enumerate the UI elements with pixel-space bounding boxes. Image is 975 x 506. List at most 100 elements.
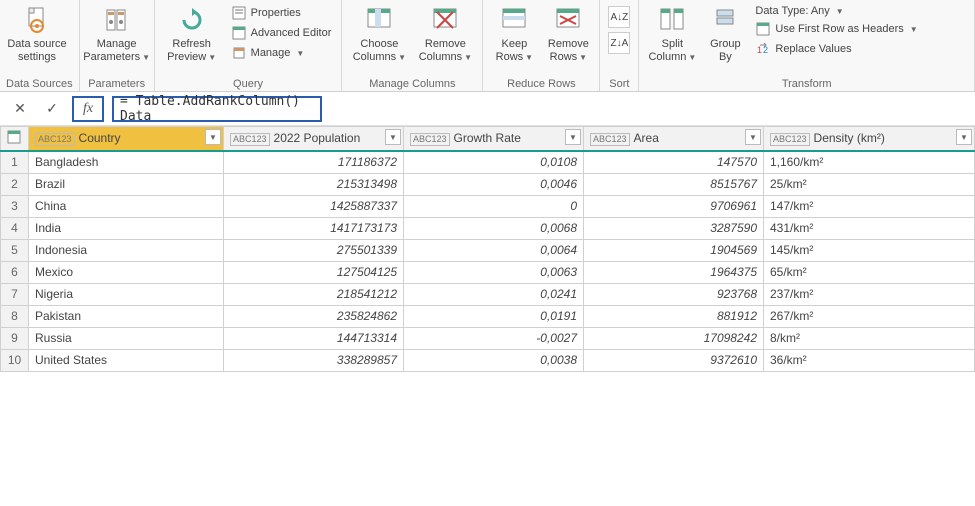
cell-population[interactable]: 1417173173 [224, 217, 404, 239]
cell-country[interactable]: United States [29, 349, 224, 371]
formula-input[interactable]: = Table.AddRankColumn() Data [112, 96, 322, 122]
cell-growth[interactable]: -0,0027 [404, 327, 584, 349]
manage-parameters-button[interactable]: ManageParameters▼ [86, 2, 148, 64]
row-number[interactable]: 6 [1, 261, 29, 283]
fx-button[interactable]: fx [72, 96, 104, 122]
cell-area[interactable]: 9706961 [584, 195, 764, 217]
row-number[interactable]: 3 [1, 195, 29, 217]
column-header-area[interactable]: ABC123Area ▼ [584, 127, 764, 152]
replace-values-button[interactable]: 12 Replace Values [751, 40, 921, 58]
cell-density[interactable]: 65/km² [764, 261, 975, 283]
row-number[interactable]: 7 [1, 283, 29, 305]
cell-area[interactable]: 9372610 [584, 349, 764, 371]
cell-country[interactable]: Indonesia [29, 239, 224, 261]
table-row[interactable]: 8Pakistan2358248620,0191881912267/km² [1, 305, 975, 327]
filter-dropdown-icon[interactable]: ▼ [956, 129, 972, 145]
row-number[interactable]: 4 [1, 217, 29, 239]
table-row[interactable]: 6Mexico1275041250,0063196437565/km² [1, 261, 975, 283]
advanced-editor-button[interactable]: Advanced Editor [227, 24, 336, 42]
group-by-button[interactable]: GroupBy [703, 2, 747, 64]
cell-area[interactable]: 923768 [584, 283, 764, 305]
remove-columns-button[interactable]: RemoveColumns▼ [414, 2, 476, 64]
cell-population[interactable]: 218541212 [224, 283, 404, 305]
row-number[interactable]: 10 [1, 349, 29, 371]
filter-dropdown-icon[interactable]: ▼ [745, 129, 761, 145]
cell-country[interactable]: China [29, 195, 224, 217]
remove-rows-button[interactable]: RemoveRows▼ [543, 2, 593, 64]
cell-population[interactable]: 215313498 [224, 173, 404, 195]
cell-country[interactable]: Bangladesh [29, 151, 224, 173]
table-row[interactable]: 1Bangladesh1711863720,01081475701,160/km… [1, 151, 975, 173]
cell-growth[interactable]: 0,0191 [404, 305, 584, 327]
cell-area[interactable]: 3287590 [584, 217, 764, 239]
split-column-button[interactable]: SplitColumn▼ [645, 2, 699, 64]
cell-density[interactable]: 1,160/km² [764, 151, 975, 173]
row-number[interactable]: 1 [1, 151, 29, 173]
column-header-density[interactable]: ABC123Density (km²) ▼ [764, 127, 975, 152]
cell-country[interactable]: Nigeria [29, 283, 224, 305]
properties-button[interactable]: Properties [227, 4, 336, 22]
cell-density[interactable]: 145/km² [764, 239, 975, 261]
cell-area[interactable]: 8515767 [584, 173, 764, 195]
cell-country[interactable]: India [29, 217, 224, 239]
cell-growth[interactable]: 0,0064 [404, 239, 584, 261]
table-row[interactable]: 10United States3382898570,0038937261036/… [1, 349, 975, 371]
cell-growth[interactable]: 0,0038 [404, 349, 584, 371]
cell-area[interactable]: 147570 [584, 151, 764, 173]
column-header-growth[interactable]: ABC123Growth Rate ▼ [404, 127, 584, 152]
keep-rows-button[interactable]: KeepRows▼ [489, 2, 539, 64]
table-row[interactable]: 2Brazil2153134980,0046851576725/km² [1, 173, 975, 195]
row-number[interactable]: 9 [1, 327, 29, 349]
cell-population[interactable]: 235824862 [224, 305, 404, 327]
cell-growth[interactable]: 0,0108 [404, 151, 584, 173]
cell-growth[interactable]: 0,0241 [404, 283, 584, 305]
data-source-settings-button[interactable]: Data sourcesettings [6, 2, 68, 64]
table-row[interactable]: 9Russia144713314-0,0027170982428/km² [1, 327, 975, 349]
cell-density[interactable]: 267/km² [764, 305, 975, 327]
choose-columns-button[interactable]: ChooseColumns▼ [348, 2, 410, 64]
cancel-formula-button[interactable]: ✕ [8, 97, 32, 121]
filter-dropdown-icon[interactable]: ▼ [385, 129, 401, 145]
cell-density[interactable]: 25/km² [764, 173, 975, 195]
manage-button[interactable]: Manage▼ [227, 44, 336, 62]
sort-desc-button[interactable]: Z↓A [608, 32, 630, 54]
cell-area[interactable]: 17098242 [584, 327, 764, 349]
cell-growth[interactable]: 0,0068 [404, 217, 584, 239]
cell-population[interactable]: 127504125 [224, 261, 404, 283]
row-number[interactable]: 8 [1, 305, 29, 327]
first-row-headers-button[interactable]: Use First Row as Headers▼ [751, 20, 921, 38]
cell-density[interactable]: 431/km² [764, 217, 975, 239]
cell-growth[interactable]: 0 [404, 195, 584, 217]
table-row[interactable]: 4India14171731730,00683287590431/km² [1, 217, 975, 239]
cell-area[interactable]: 1964375 [584, 261, 764, 283]
cell-population[interactable]: 171186372 [224, 151, 404, 173]
sort-asc-button[interactable]: A↓Z [608, 6, 630, 28]
table-row[interactable]: 5Indonesia2755013390,00641904569145/km² [1, 239, 975, 261]
cell-area[interactable]: 1904569 [584, 239, 764, 261]
cell-density[interactable]: 147/km² [764, 195, 975, 217]
cell-density[interactable]: 8/km² [764, 327, 975, 349]
cell-population[interactable]: 144713314 [224, 327, 404, 349]
filter-dropdown-icon[interactable]: ▼ [565, 129, 581, 145]
cell-population[interactable]: 338289857 [224, 349, 404, 371]
accept-formula-button[interactable]: ✓ [40, 97, 64, 121]
cell-population[interactable]: 1425887337 [224, 195, 404, 217]
cell-growth[interactable]: 0,0046 [404, 173, 584, 195]
filter-dropdown-icon[interactable]: ▼ [205, 129, 221, 145]
cell-growth[interactable]: 0,0063 [404, 261, 584, 283]
cell-area[interactable]: 881912 [584, 305, 764, 327]
table-corner-button[interactable] [1, 127, 29, 152]
cell-density[interactable]: 36/km² [764, 349, 975, 371]
cell-country[interactable]: Mexico [29, 261, 224, 283]
column-header-population[interactable]: ABC1232022 Population ▼ [224, 127, 404, 152]
data-type-button[interactable]: Data Type: Any▼ [751, 4, 921, 18]
refresh-preview-button[interactable]: RefreshPreview▼ [161, 2, 223, 64]
column-header-country[interactable]: ABC123Country ▼ [29, 127, 224, 152]
row-number[interactable]: 5 [1, 239, 29, 261]
row-number[interactable]: 2 [1, 173, 29, 195]
table-row[interactable]: 7Nigeria2185412120,0241923768237/km² [1, 283, 975, 305]
cell-country[interactable]: Russia [29, 327, 224, 349]
cell-density[interactable]: 237/km² [764, 283, 975, 305]
cell-country[interactable]: Brazil [29, 173, 224, 195]
cell-country[interactable]: Pakistan [29, 305, 224, 327]
